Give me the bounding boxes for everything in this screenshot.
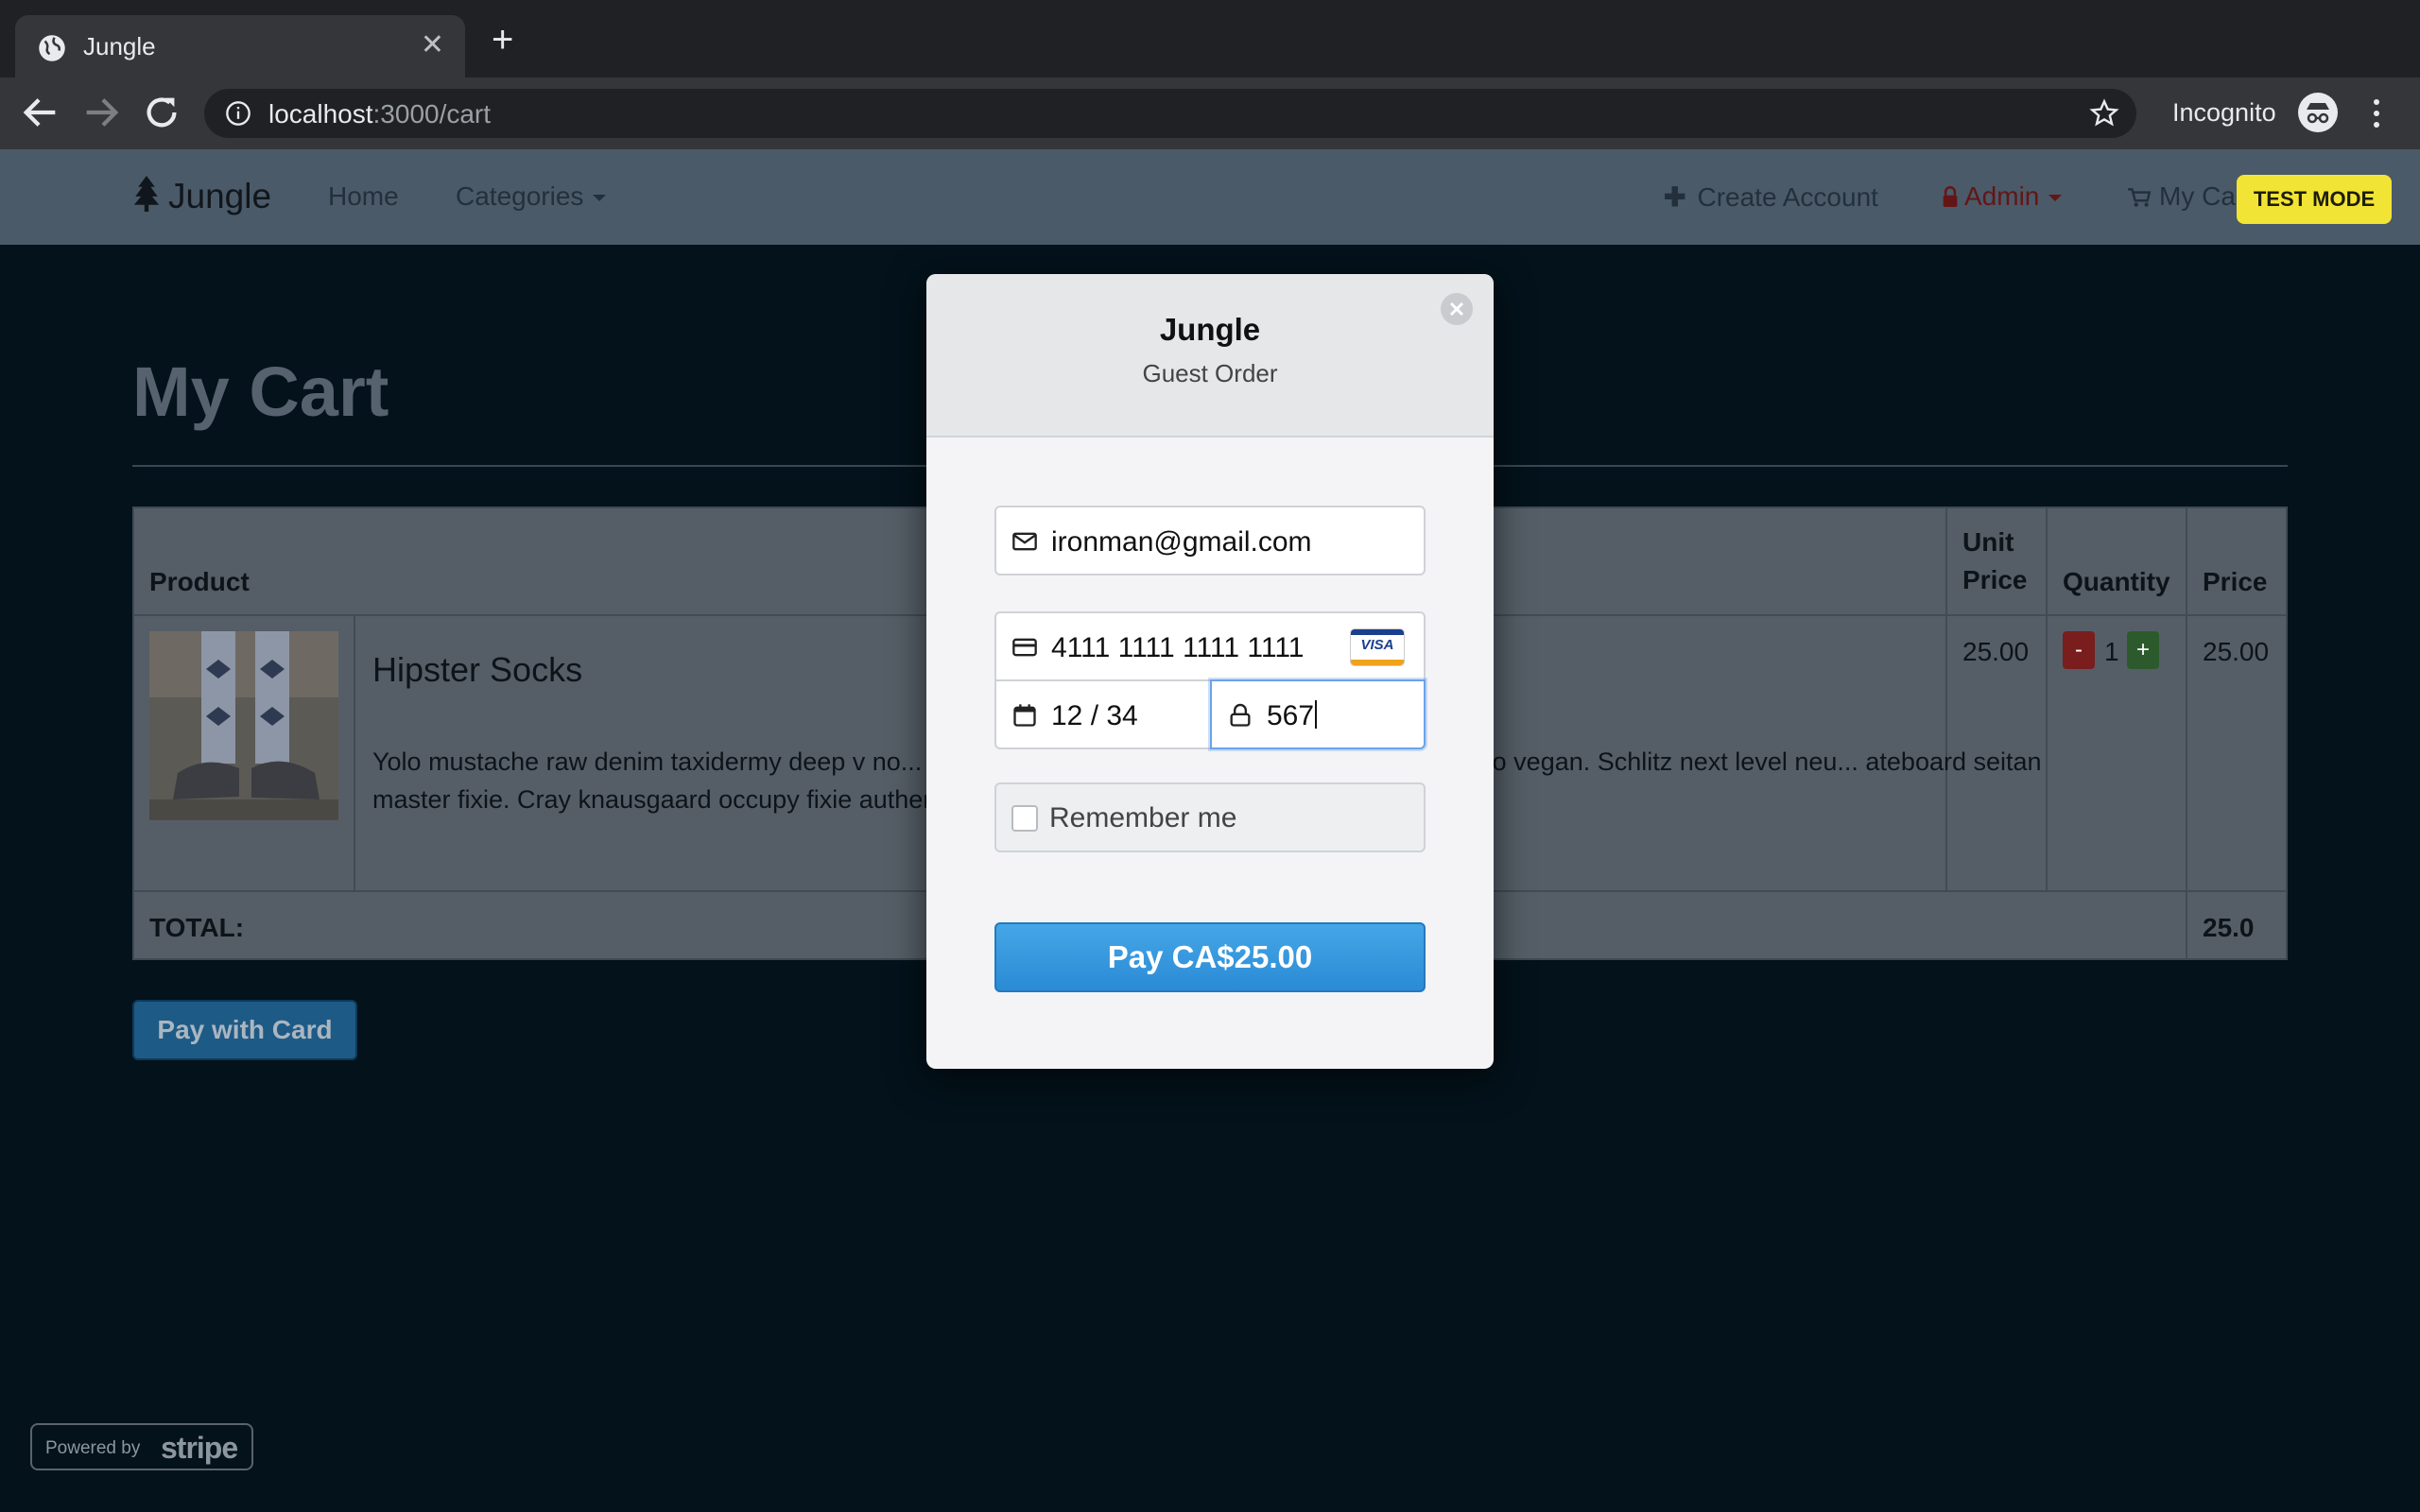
browser-tabbar: Jungle ✕ + [0,0,2420,77]
nav-admin[interactable]: Admin [1942,181,2063,212]
expiry-value: 12 / 34 [1051,700,1138,731]
chevron-down-icon [2048,195,2063,201]
cvc-field[interactable]: 567 [1210,679,1426,749]
incognito-label: Incognito [2172,98,2276,127]
visa-card-icon: VISA [1350,628,1405,666]
visa-band-top [1351,629,1404,635]
new-tab-icon[interactable]: + [492,21,513,59]
tab-close-icon[interactable]: ✕ [421,28,444,61]
visa-band-bottom [1351,660,1404,665]
column-divider [354,614,355,890]
text-cursor [1315,700,1318,729]
back-icon[interactable] [19,91,62,134]
product-name[interactable]: Hipster Socks [372,650,582,690]
checkout-modal: Jungle Guest Order ironman@gmail.com 411… [926,274,1494,1069]
bookmark-star-icon[interactable] [2089,98,2119,129]
visa-text: VISA [1360,637,1394,653]
lock-icon [1230,703,1251,727]
url-text: localhost:3000/cart [268,99,491,129]
url-path: :3000/cart [372,99,492,129]
header-price: Price [2203,567,2268,596]
brand-text: Jungle [168,177,272,215]
nav-admin-label: Admin [1964,181,2040,211]
browser-toolbar: localhost:3000/cart Incognito [0,77,2420,149]
reload-icon[interactable] [140,91,183,134]
nav-categories-label: Categories [456,181,584,211]
test-mode-badge: TEST MODE [2237,175,2392,224]
brand-link[interactable]: Jungle [132,176,271,216]
browser-menu-icon[interactable] [2369,96,2384,130]
chevron-down-icon [593,195,607,201]
column-divider [2046,508,2048,890]
product-image[interactable] [149,631,338,820]
site-info-icon[interactable] [225,100,251,127]
forward-icon[interactable] [79,91,123,134]
nav-create-account[interactable]: ✚ Create Account [1664,181,1878,213]
email-value: ironman@gmail.com [1051,526,1312,558]
powered-by-label: Powered by [45,1438,141,1458]
credit-card-icon [1012,638,1037,657]
nav-my-cart[interactable]: My Ca [2127,181,2236,212]
quantity-value: 1 [2104,637,2119,666]
site-navbar: Jungle Home Categories ✚ Create Account A… [0,149,2420,245]
header-product: Product [149,567,250,596]
header-unit-price-line2: Price [1962,565,2028,594]
tab-title: Jungle [83,32,156,60]
cvc-text: 567 [1267,700,1315,731]
plus-icon: ✚ [1664,182,1686,212]
total-value: 25.0 [2203,913,2255,942]
email-field[interactable]: ironman@gmail.com [994,506,1426,576]
modal-title: Jungle [1159,312,1261,347]
browser-tab[interactable]: Jungle ✕ [15,15,465,77]
modal-header: Jungle Guest Order [926,274,1494,438]
header-unit-price-line1: Unit [1962,527,2014,557]
calendar-icon [1013,704,1036,727]
incognito-icon[interactable] [2298,93,2338,132]
stripe-logo: stripe [161,1431,238,1465]
nav-home[interactable]: Home [328,181,399,212]
nav-categories[interactable]: Categories [456,181,607,212]
remember-me-checkbox[interactable] [1011,805,1038,832]
column-divider [1945,508,1947,890]
envelope-icon [1012,532,1037,551]
card-number-field[interactable]: 4111 1111 1111 1111 VISA [994,611,1426,681]
nav-my-cart-label: My Ca [2159,181,2236,211]
expiry-field[interactable]: 12 / 34 [994,679,1212,749]
pay-with-card-button[interactable]: Pay with Card [132,1000,357,1060]
modal-subtitle: Guest Order [1142,359,1278,387]
nav-create-account-label: Create Account [1697,182,1878,212]
globe-icon [39,35,65,61]
cvc-value: 567 [1267,700,1318,732]
remember-me-toggle[interactable]: Remember me [994,782,1426,852]
pay-button[interactable]: Pay CA$25.00 [994,922,1426,992]
url-host: localhost [268,99,373,129]
remember-me-label: Remember me [1049,802,1237,833]
tree-icon [133,176,160,212]
header-quantity: Quantity [2063,567,2170,596]
page-title: My Cart [132,352,389,431]
cart-icon [2128,188,2152,207]
row-price: 25.00 [2203,637,2270,666]
card-number-value: 4111 1111 1111 1111 [1051,632,1305,663]
quantity-decrease-button[interactable]: - [2063,631,2095,669]
close-icon[interactable] [1441,293,1473,325]
lock-icon [1943,186,1958,207]
column-divider [2186,508,2187,958]
address-bar[interactable]: localhost:3000/cart [204,89,2136,138]
unit-price: 25.00 [1962,637,2030,666]
powered-by-stripe-badge[interactable]: Powered by stripe [30,1423,253,1470]
quantity-increase-button[interactable]: + [2127,631,2159,669]
total-label: TOTAL: [149,913,245,942]
